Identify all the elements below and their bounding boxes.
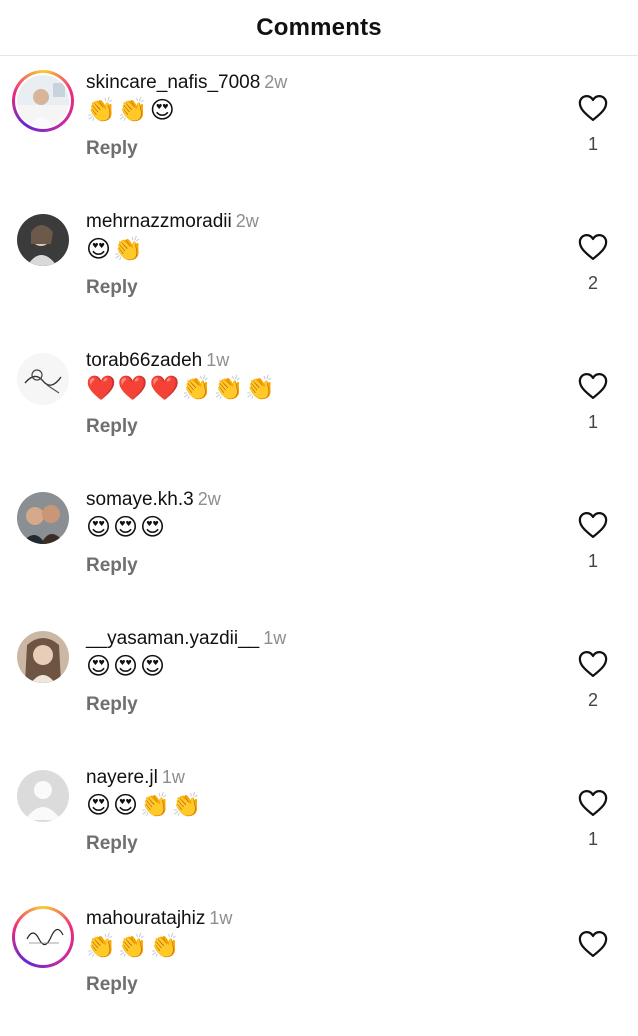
comment-text: 😍😍😍 [86,653,168,680]
comment-row: mehrnazzmoradii 2w 😍👏 Reply 2 [0,209,638,339]
comment-username[interactable]: skincare_nafis_7008 [86,72,260,93]
comments-header: Comments [0,0,638,56]
avatar [17,214,69,266]
comment-row: mahouratajhiz 1w 👏👏👏 Reply [0,906,638,1036]
comment-time: 2w [235,211,259,231]
avatar-wrap[interactable] [12,209,74,271]
avatar [17,770,69,822]
heart-outline-icon[interactable] [578,789,608,817]
heart-outline-icon[interactable] [578,511,608,539]
reply-button[interactable]: Reply [86,555,138,577]
heart-outline-icon[interactable] [578,372,608,400]
comment-row: nayere.jl 1w 😍😍👏👏 Reply 1 [0,765,638,895]
avatar-wrap[interactable] [12,348,74,410]
avatar-wrap[interactable] [12,487,74,549]
comment-text: ❤️❤️❤️👏👏👏 [86,375,278,402]
comment-time: 2w [197,489,221,509]
heart-outline-icon[interactable] [578,930,608,958]
reply-button[interactable]: Reply [86,138,138,160]
comment-time: 2w [264,72,288,92]
avatar-wrap[interactable] [12,765,74,827]
reply-button[interactable]: Reply [86,833,138,855]
comment-row: somaye.kh.3 2w 😍😍😍 Reply 1 [0,487,638,617]
comment-text: 👏👏😍 [86,97,177,124]
comment-text: 😍😍👏👏 [86,792,204,819]
like-count: 2 [587,690,598,710]
heart-outline-icon[interactable] [578,94,608,122]
comment-username[interactable]: somaye.kh.3 [86,489,194,510]
heart-outline-icon[interactable] [578,650,608,678]
comment-username[interactable]: nayere.jl [86,767,158,788]
comment-row: torab66zadeh 1w ❤️❤️❤️👏👏👏 Reply 1 [0,348,638,478]
comment-time: 1w [263,628,287,648]
comment-text: 👏👏👏 [86,933,182,960]
avatar [17,631,69,683]
page-title: Comments [256,13,382,41]
comment-username[interactable]: __yasaman.yazdii__ [86,628,259,649]
reply-button[interactable]: Reply [86,416,138,438]
heart-outline-icon[interactable] [578,233,608,261]
avatar-story-ring[interactable] [12,906,74,968]
avatar [17,353,69,405]
avatar [17,911,69,963]
comment-username[interactable]: mahouratajhiz [86,908,205,929]
comment-time: 1w [209,908,233,928]
reply-button[interactable]: Reply [86,974,138,996]
like-count: 1 [587,829,598,849]
reply-button[interactable]: Reply [86,277,138,299]
reply-button[interactable]: Reply [86,694,138,716]
comment-text: 😍😍😍 [86,514,168,541]
like-count: 1 [587,134,598,154]
comment-text: 😍👏 [86,236,145,263]
avatar-wrap[interactable] [12,626,74,688]
comment-username[interactable]: mehrnazzmoradii [86,211,232,232]
comment-row: skincare_nafis_7008 2w 👏👏😍 Reply 1 [0,70,638,200]
like-count: 1 [587,551,598,571]
avatar [17,492,69,544]
like-count: 1 [587,412,598,432]
comment-row: __yasaman.yazdii__ 1w 😍😍😍 Reply 2 [0,626,638,756]
like-count: 2 [587,273,598,293]
avatar [17,75,69,127]
comment-time: 1w [161,767,185,787]
avatar-story-ring[interactable] [12,70,74,132]
comment-username[interactable]: torab66zadeh [86,350,202,371]
comment-time: 1w [206,350,230,370]
